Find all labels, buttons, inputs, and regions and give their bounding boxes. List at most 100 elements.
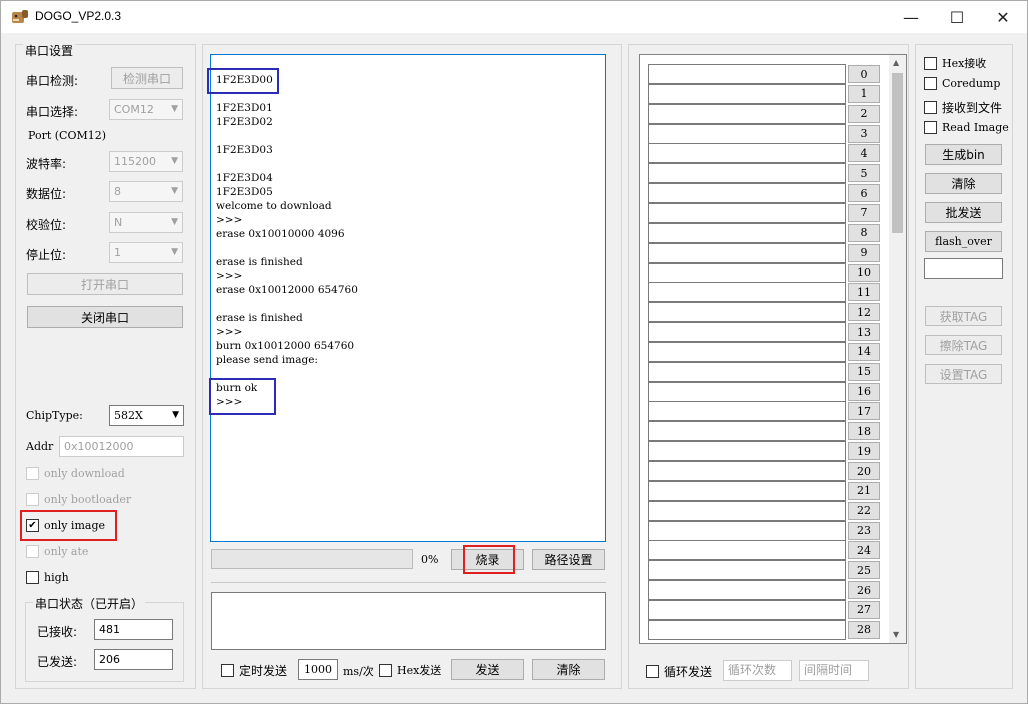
row-send-button[interactable]: 24 <box>848 541 880 560</box>
addr-input[interactable]: 0x10012000 <box>59 436 184 457</box>
erase-tag-button[interactable]: 擦除TAG <box>925 335 1002 355</box>
row-text-field[interactable] <box>648 480 846 501</box>
row-send-button[interactable]: 26 <box>848 581 880 600</box>
row-text-field[interactable] <box>648 361 846 382</box>
baud-select[interactable]: 115200 ▼ <box>109 151 183 172</box>
set-tag-button[interactable]: 设置TAG <box>925 364 1002 384</box>
row-text-field[interactable] <box>648 540 846 561</box>
send-button[interactable]: 发送 <box>451 659 524 680</box>
receive-log[interactable]: 1F2E3D00 1F2E3D01 1F2E3D02 1F2E3D03 1F2E3D04… <box>210 54 606 542</box>
list-scrollbar[interactable]: ▲ ▼ <box>889 55 906 643</box>
row-send-button[interactable]: 12 <box>848 303 880 322</box>
row-send-button[interactable]: 2 <box>848 104 880 123</box>
timed-send-checkbox[interactable]: 定时发送 <box>221 662 287 679</box>
row-text-field[interactable] <box>648 302 846 323</box>
detect-port-button[interactable]: 检测串口 <box>111 67 183 89</box>
row-text-field[interactable] <box>648 322 846 343</box>
flash-over-button[interactable]: flash_over <box>925 231 1002 252</box>
row-send-button[interactable]: 1 <box>848 84 880 103</box>
flash-over-input[interactable] <box>924 258 1003 279</box>
row-send-button[interactable]: 14 <box>848 342 880 361</box>
row-send-button[interactable]: 20 <box>848 462 880 480</box>
row-send-button[interactable]: 21 <box>848 481 880 500</box>
row-send-button[interactable]: 19 <box>848 442 880 461</box>
row-send-button[interactable]: 27 <box>848 600 880 619</box>
row-send-button[interactable]: 17 <box>848 402 880 421</box>
row-send-button[interactable]: 3 <box>848 124 880 143</box>
row-text-field[interactable] <box>648 282 846 303</box>
row-text-field[interactable] <box>648 500 846 521</box>
open-port-button[interactable]: 打开串口 <box>27 273 183 295</box>
clear-receive-button[interactable]: 清除 <box>925 173 1002 194</box>
row-send-button[interactable]: 18 <box>848 422 880 441</box>
generate-bin-button[interactable]: 生成bin <box>925 144 1002 165</box>
row-send-button[interactable]: 15 <box>848 362 880 381</box>
port-select[interactable]: COM12 ▼ <box>109 99 183 120</box>
row-send-button[interactable]: 9 <box>848 243 880 262</box>
row-text-field[interactable] <box>648 183 846 204</box>
row-text-field[interactable] <box>648 401 846 422</box>
databits-select[interactable]: 8 ▼ <box>109 181 183 202</box>
close-button[interactable]: ✕ <box>980 1 1026 33</box>
get-tag-button[interactable]: 获取TAG <box>925 306 1002 326</box>
row-send-button[interactable]: 0 <box>848 65 880 83</box>
row-text-field[interactable] <box>648 421 846 442</box>
row-text-field[interactable] <box>648 163 846 184</box>
row-text-field[interactable] <box>648 619 846 640</box>
receive-to-file-checkbox[interactable]: 接收到文件 <box>924 99 1002 116</box>
row-text-field[interactable] <box>648 222 846 243</box>
minimize-button[interactable]: — <box>888 1 934 33</box>
row-text-field[interactable] <box>648 461 846 481</box>
loop-send-checkbox[interactable]: 循环发送 <box>646 663 712 680</box>
stopbits-select[interactable]: 1 ▼ <box>109 242 183 263</box>
row-send-button[interactable]: 13 <box>848 323 880 342</box>
row-text-field[interactable] <box>648 262 846 283</box>
only-ate-checkbox[interactable]: only ate <box>26 545 88 558</box>
row-send-button[interactable]: 10 <box>848 263 880 282</box>
maximize-button[interactable]: ☐ <box>934 1 980 33</box>
row-text-field[interactable] <box>648 83 846 104</box>
row-text-field[interactable] <box>648 520 846 541</box>
only-download-checkbox[interactable]: only download <box>26 467 125 480</box>
row-send-button[interactable]: 7 <box>848 203 880 222</box>
hex-receive-checkbox[interactable]: Hex接收 <box>924 55 986 71</box>
path-settings-button[interactable]: 路径设置 <box>532 549 605 570</box>
row-send-button[interactable]: 22 <box>848 501 880 520</box>
row-send-button[interactable]: 23 <box>848 521 880 540</box>
loop-count-input[interactable]: 循环次数 <box>723 660 792 681</box>
send-input[interactable] <box>211 592 606 650</box>
only-bootloader-checkbox[interactable]: only bootloader <box>26 493 131 506</box>
scroll-thumb[interactable] <box>892 73 903 233</box>
row-text-field[interactable] <box>648 242 846 263</box>
chiptype-select[interactable]: 582X ▼ <box>109 405 184 426</box>
read-image-checkbox[interactable]: Read Image <box>924 121 1009 134</box>
row-text-field[interactable] <box>648 202 846 223</box>
clear-send-button[interactable]: 清除 <box>532 659 605 680</box>
row-text-field[interactable] <box>648 441 846 462</box>
row-send-button[interactable]: 6 <box>848 184 880 203</box>
row-send-button[interactable]: 5 <box>848 164 880 183</box>
row-send-button[interactable]: 8 <box>848 223 880 242</box>
row-text-field[interactable] <box>648 123 846 144</box>
parity-select[interactable]: N ▼ <box>109 212 183 233</box>
row-text-field[interactable] <box>648 341 846 362</box>
interval-time-input[interactable]: 间隔时间 <box>799 660 869 681</box>
row-text-field[interactable] <box>648 103 846 124</box>
row-text-field[interactable] <box>648 64 846 84</box>
row-send-button[interactable]: 11 <box>848 283 880 302</box>
coredump-checkbox[interactable]: Coredump <box>924 77 1000 90</box>
high-checkbox[interactable]: high <box>26 571 69 584</box>
row-text-field[interactable] <box>648 560 846 581</box>
row-text-field[interactable] <box>648 143 846 164</box>
row-text-field[interactable] <box>648 599 846 620</box>
hex-send-checkbox[interactable]: Hex发送 <box>379 662 441 678</box>
row-text-field[interactable] <box>648 580 846 601</box>
row-send-button[interactable]: 4 <box>848 144 880 163</box>
row-send-button[interactable]: 25 <box>848 561 880 580</box>
close-port-button[interactable]: 关闭串口 <box>27 306 183 328</box>
row-send-button[interactable]: 16 <box>848 382 880 401</box>
interval-input[interactable]: 1000 <box>298 659 338 680</box>
row-send-button[interactable]: 28 <box>848 620 880 639</box>
batch-send-button[interactable]: 批发送 <box>925 202 1002 223</box>
row-text-field[interactable] <box>648 381 846 402</box>
